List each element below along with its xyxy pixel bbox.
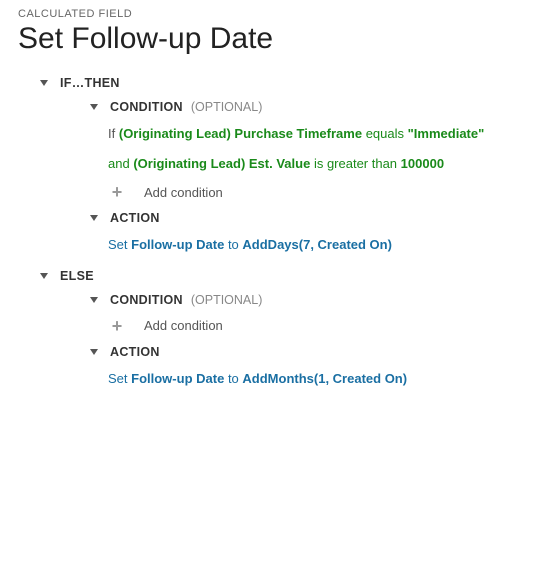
action-to: to <box>228 371 239 386</box>
condition-label: CONDITION <box>110 100 183 114</box>
add-condition-label: Add condition <box>144 185 223 200</box>
collapse-icon[interactable] <box>38 77 50 89</box>
action-prefix: Set <box>108 237 128 252</box>
action-formula: AddMonths(1, Created On) <box>242 371 407 386</box>
collapse-icon[interactable] <box>88 346 100 358</box>
condition-prefix: If <box>108 126 115 141</box>
condition-header-if[interactable]: CONDITION (OPTIONAL) <box>88 100 515 114</box>
optional-label: (OPTIONAL) <box>191 293 263 307</box>
collapse-icon[interactable] <box>88 212 100 224</box>
condition-field: (Originating Lead) Purchase Timeframe <box>119 126 362 141</box>
condition-header-else[interactable]: CONDITION (OPTIONAL) <box>88 293 515 307</box>
collapse-icon[interactable] <box>88 294 100 306</box>
page-title: Set Follow-up Date <box>18 22 515 56</box>
condition-label: CONDITION <box>110 293 183 307</box>
action-label: ACTION <box>110 345 160 359</box>
if-then-header[interactable]: IF…THEN <box>38 76 515 90</box>
else-label: ELSE <box>60 269 94 283</box>
condition-row-1[interactable]: If (Originating Lead) Purchase Timeframe… <box>108 124 515 144</box>
add-condition-label: Add condition <box>144 318 223 333</box>
action-row-else[interactable]: Set Follow-up Date to AddMonths(1, Creat… <box>108 369 515 389</box>
else-header[interactable]: ELSE <box>38 269 515 283</box>
action-header-else[interactable]: ACTION <box>88 345 515 359</box>
plus-icon: + <box>108 183 126 201</box>
condition-prefix: and <box>108 156 130 171</box>
action-to: to <box>228 237 239 252</box>
condition-operator: is greater than <box>314 156 397 171</box>
collapse-icon[interactable] <box>38 270 50 282</box>
condition-row-2[interactable]: and (Originating Lead) Est. Value is gre… <box>108 154 515 174</box>
action-row-if[interactable]: Set Follow-up Date to AddDays(7, Created… <box>108 235 515 255</box>
condition-value: "Immediate" <box>408 126 485 141</box>
plus-icon: + <box>108 317 126 335</box>
action-prefix: Set <box>108 371 128 386</box>
condition-value: 100000 <box>401 156 444 171</box>
condition-field: (Originating Lead) Est. Value <box>133 156 310 171</box>
optional-label: (OPTIONAL) <box>191 100 263 114</box>
collapse-icon[interactable] <box>88 101 100 113</box>
action-label: ACTION <box>110 211 160 225</box>
add-condition-button[interactable]: + Add condition <box>108 183 515 201</box>
action-header-if[interactable]: ACTION <box>88 211 515 225</box>
action-field: Follow-up Date <box>131 371 224 386</box>
action-field: Follow-up Date <box>131 237 224 252</box>
condition-operator: equals <box>366 126 404 141</box>
add-condition-button[interactable]: + Add condition <box>108 317 515 335</box>
eyebrow-label: CALCULATED FIELD <box>18 8 515 20</box>
action-formula: AddDays(7, Created On) <box>242 237 392 252</box>
if-then-label: IF…THEN <box>60 76 120 90</box>
